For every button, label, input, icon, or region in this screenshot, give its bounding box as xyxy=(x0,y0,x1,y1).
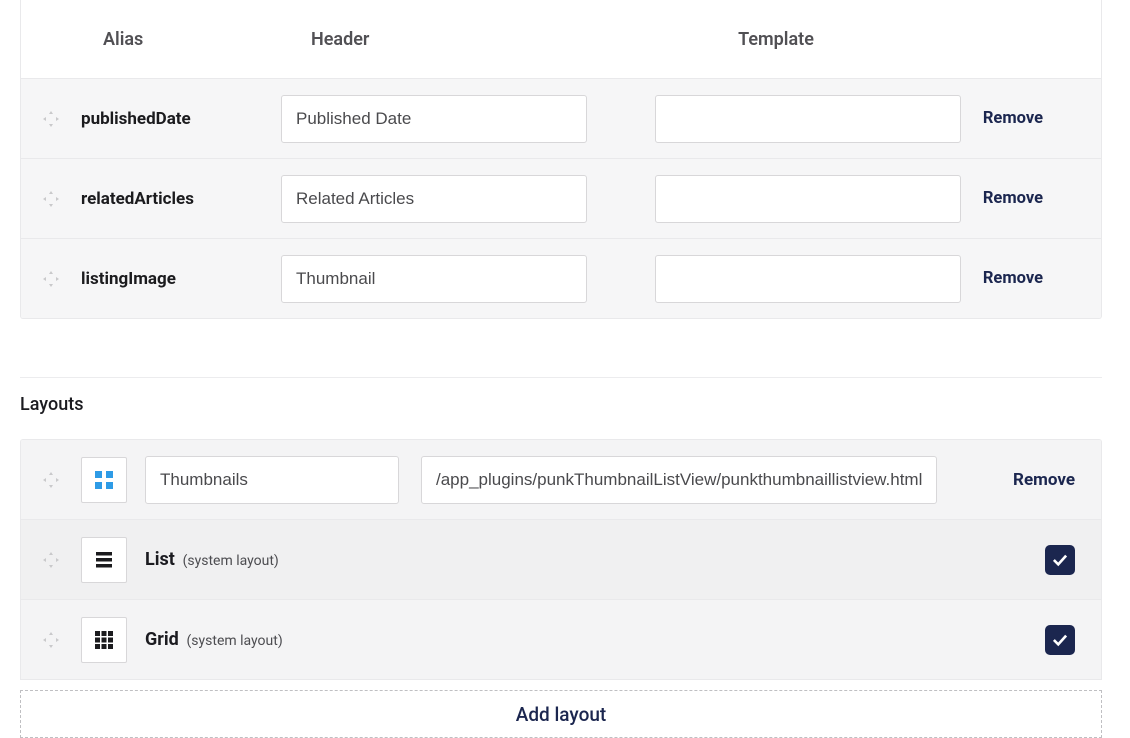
system-layout-tag: (system layout) xyxy=(183,553,279,569)
column-header-input[interactable] xyxy=(281,95,587,143)
layout-enabled-checkbox[interactable] xyxy=(1045,545,1075,575)
column-row: listingImage Remove xyxy=(21,238,1101,318)
system-layout-tag: (system layout) xyxy=(187,633,283,649)
column-header-input[interactable] xyxy=(281,175,587,223)
column-alias: publishedDate xyxy=(81,109,281,129)
list-icon xyxy=(81,537,127,583)
layouts-list: Remove List (system layout) xyxy=(20,439,1102,680)
remove-column-button[interactable]: Remove xyxy=(931,269,1071,288)
layout-path-input[interactable] xyxy=(421,456,937,504)
remove-column-button[interactable]: Remove xyxy=(931,189,1071,208)
column-template-input[interactable] xyxy=(655,95,961,143)
layout-name: Grid xyxy=(145,629,179,650)
column-row: relatedArticles Remove xyxy=(21,158,1101,238)
grid-icon xyxy=(81,617,127,663)
layout-row-system: Grid (system layout) xyxy=(21,600,1101,680)
column-row: publishedDate Remove xyxy=(21,78,1101,158)
column-header-header: Header xyxy=(281,29,621,50)
thumbnails-icon xyxy=(81,457,127,503)
column-alias: relatedArticles xyxy=(81,189,281,209)
drag-handle-icon[interactable] xyxy=(21,110,81,128)
column-header-alias: Alias xyxy=(81,29,281,50)
layout-row-system: List (system layout) xyxy=(21,520,1101,600)
layouts-section-title: Layouts xyxy=(20,377,1102,415)
add-layout-button[interactable]: Add layout xyxy=(20,690,1102,738)
column-header-input[interactable] xyxy=(281,255,587,303)
drag-handle-icon[interactable] xyxy=(21,551,81,569)
remove-column-button[interactable]: Remove xyxy=(931,109,1071,128)
layout-name-input[interactable] xyxy=(145,456,399,504)
layout-name: List xyxy=(145,549,175,570)
columns-header-row: Alias Header Template xyxy=(21,0,1101,78)
column-template-input[interactable] xyxy=(655,175,961,223)
drag-handle-icon[interactable] xyxy=(21,471,81,489)
layout-row-custom: Remove xyxy=(21,440,1101,520)
column-alias: listingImage xyxy=(81,269,281,289)
drag-handle-icon[interactable] xyxy=(21,190,81,208)
column-template-input[interactable] xyxy=(655,255,961,303)
drag-handle-icon[interactable] xyxy=(21,270,81,288)
remove-layout-button[interactable]: Remove xyxy=(1013,470,1075,490)
columns-table: Alias Header Template publishedDate Remo… xyxy=(20,0,1102,319)
drag-handle-icon[interactable] xyxy=(21,631,81,649)
layout-enabled-checkbox[interactable] xyxy=(1045,625,1075,655)
column-header-template: Template xyxy=(621,29,931,50)
